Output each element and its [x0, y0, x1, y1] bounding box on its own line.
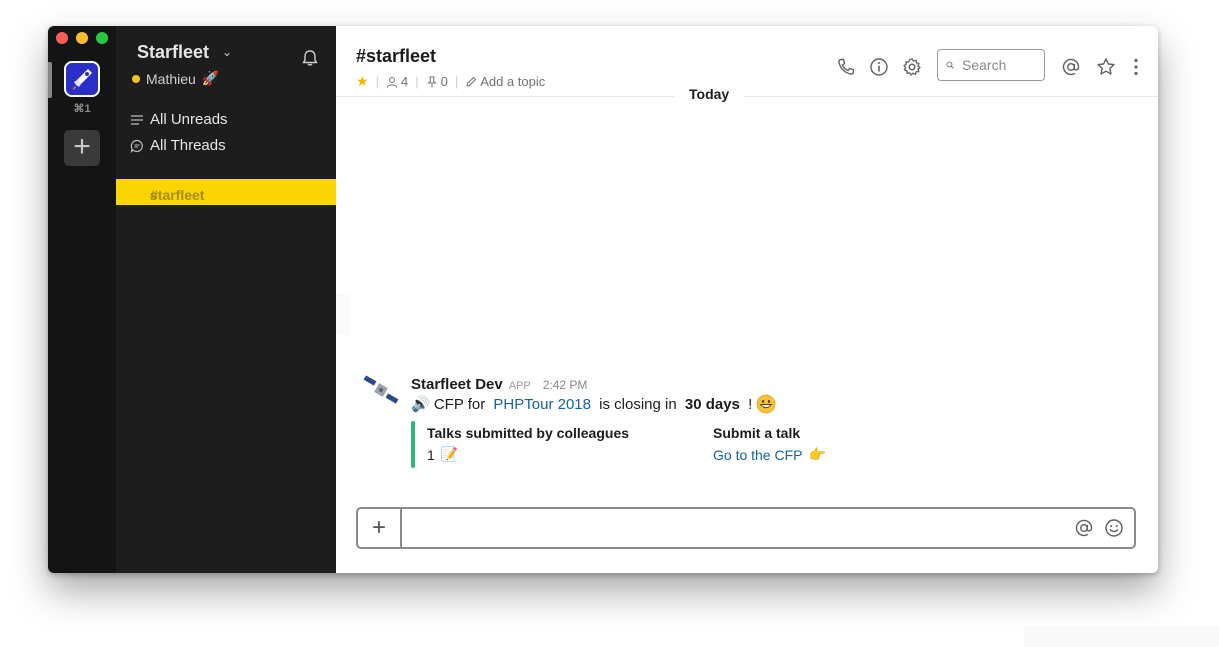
add-team-button[interactable]: + [64, 130, 100, 166]
lines-icon [131, 114, 143, 125]
message-timestamp[interactable]: 2:42 PM [543, 378, 588, 392]
bell-icon[interactable] [300, 48, 320, 68]
message-text-mid: is closing in [594, 395, 681, 413]
pinned-count-button[interactable]: 0 [426, 74, 448, 89]
thread-icon [130, 139, 143, 153]
user-name: Mathieu [146, 70, 196, 87]
phptour-link[interactable]: PHPTour 2018 [493, 396, 591, 413]
user-status-emoji: 🚀 [201, 70, 220, 86]
current-user[interactable]: Mathieu 🚀 [132, 70, 219, 87]
message-composer: + [356, 507, 1136, 549]
rocket-logo-icon [67, 64, 97, 94]
background-fade [1024, 626, 1219, 647]
add-topic-link[interactable]: Add a topic [465, 74, 545, 89]
chevron-down-icon[interactable]: ⌄ [222, 45, 232, 59]
attachment-color-bar [411, 421, 415, 468]
meta-separator: | [375, 74, 379, 89]
search-input[interactable] [960, 56, 1044, 74]
field-value-submit: Go to the CFP 👉 [713, 446, 826, 463]
message-text-prefix: 🔊 CFP for [411, 396, 490, 413]
message-bold-text: 30 days [684, 395, 740, 413]
add-topic-label: Add a topic [480, 74, 546, 89]
sidebar-channel-starfleet[interactable]: # starfleet [116, 179, 336, 205]
close-window-button[interactable] [56, 32, 68, 44]
grinning-emoji-icon [756, 394, 776, 414]
main-pane: #starfleet ★ | 4 | 0 | Add a topic Searc… [336, 26, 1158, 573]
gear-icon[interactable] [902, 57, 922, 77]
team-shortcut-label: ⌘1 [73, 103, 91, 115]
search-icon [946, 61, 954, 69]
message-text: 🔊 CFP for PHPTour 2018 is closing in 30 … [411, 394, 776, 414]
field-title-submit: Submit a talk [713, 425, 801, 441]
more-vertical-icon[interactable] [1126, 57, 1146, 77]
channel-meta: ★ | 4 | 0 | Add a topic [356, 73, 545, 90]
app-window: ⌘1 + Starfleet ⌄ Mathieu 🚀 All Unreads A… [48, 26, 1158, 573]
memo-emoji-icon: 📝 [440, 446, 459, 462]
nav-all-threads[interactable]: All Threads [130, 137, 226, 154]
message-text-suffix: ! [743, 395, 753, 413]
presence-dot [132, 74, 140, 83]
go-to-cfp-link[interactable]: Go to the CFP [713, 447, 802, 463]
team-rail: ⌘1 + [48, 26, 116, 573]
minimize-window-button[interactable] [76, 32, 88, 44]
star-outline-icon[interactable] [1096, 57, 1116, 77]
person-icon [386, 76, 397, 88]
field-title-talks: Talks submitted by colleagues [427, 425, 630, 441]
phone-icon[interactable] [836, 57, 856, 77]
satellite-avatar-icon[interactable] [362, 372, 400, 410]
header-divider [336, 96, 1158, 97]
at-mentions-icon[interactable] [1061, 57, 1081, 77]
message-sender[interactable]: Starfleet Dev [411, 376, 503, 393]
scroll-hint [336, 293, 350, 335]
message-input[interactable] [406, 515, 1050, 543]
talks-count: 1 [427, 446, 435, 463]
channel-label: starfleet [150, 187, 205, 203]
team-icon-starfleet[interactable] [64, 61, 100, 97]
channel-sidebar: Starfleet ⌄ Mathieu 🚀 All Unreads All Th… [116, 26, 336, 573]
info-icon[interactable] [869, 57, 889, 77]
pencil-icon [466, 76, 477, 87]
app-badge: APP [508, 380, 531, 392]
team-name-menu[interactable]: Starfleet [137, 42, 209, 63]
active-team-indicator [48, 62, 52, 98]
message-header: Starfleet Dev APP 2:42 PM [411, 376, 587, 393]
member-count-button[interactable]: 4 [386, 74, 408, 89]
pinned-count: 0 [440, 74, 448, 89]
nav-all-threads-label: All Threads [150, 137, 226, 154]
channel-title[interactable]: #starfleet [356, 46, 436, 67]
nav-all-unreads[interactable]: All Unreads [130, 111, 228, 128]
search-box[interactable] [937, 49, 1045, 81]
meta-separator: | [454, 74, 459, 89]
day-divider: Today [674, 86, 745, 102]
attach-plus-button[interactable]: + [358, 509, 402, 547]
meta-separator: | [415, 74, 419, 89]
pointing-hand-emoji-icon: 👉 [808, 446, 826, 462]
emoji-picker-icon[interactable] [1104, 518, 1124, 538]
zoom-window-button[interactable] [96, 32, 108, 44]
member-count: 4 [400, 74, 409, 89]
field-value-talks: 1 📝 [427, 446, 458, 463]
star-filled-icon[interactable]: ★ [356, 73, 369, 90]
pin-icon [426, 76, 437, 87]
nav-all-unreads-label: All Unreads [150, 111, 228, 128]
mention-icon[interactable] [1074, 518, 1094, 538]
